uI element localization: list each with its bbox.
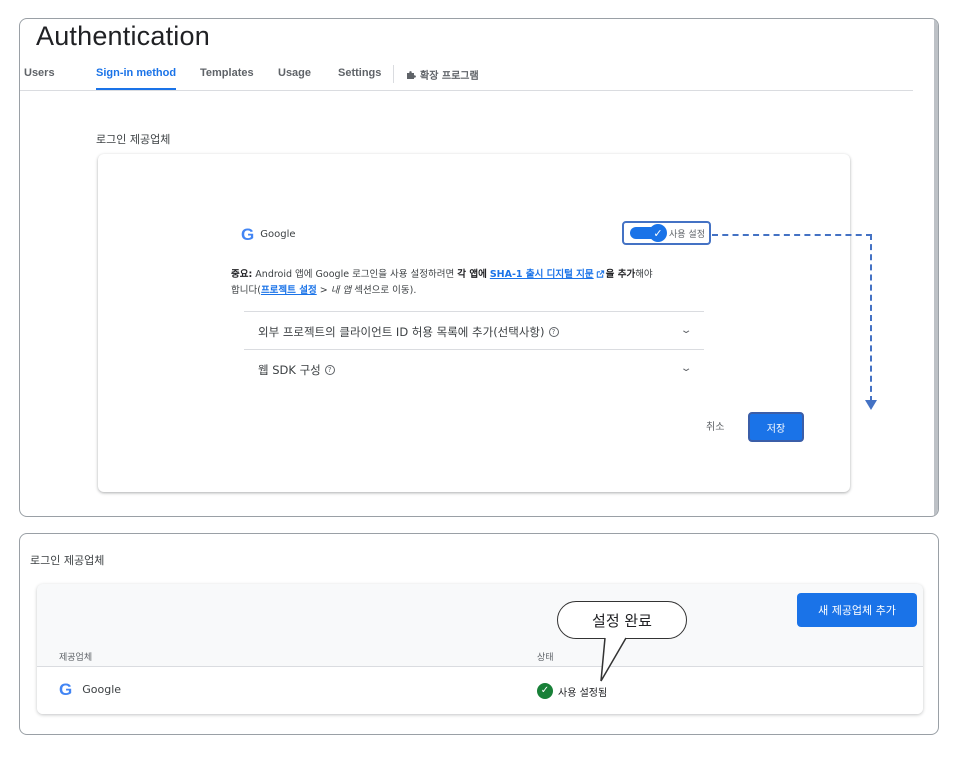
save-button[interactable]: 저장 — [748, 412, 804, 442]
sha-link[interactable]: SHA-1 출시 디지털 지문 — [490, 269, 594, 280]
add-provider-button[interactable]: 새 제공업체 추가 — [797, 593, 917, 627]
tab-usage[interactable]: Usage — [278, 67, 311, 79]
notice-bold-mid: 각 앱에 — [457, 269, 487, 280]
provider-header: G Google — [241, 226, 296, 243]
tab-divider — [393, 65, 394, 83]
notice-text-5: 섹션으로 이동). — [351, 285, 417, 296]
row-provider-cell: G Google — [59, 681, 121, 698]
annotation-arrow-icon — [865, 400, 877, 410]
web-sdk-config-expander[interactable]: 웹 SDK 구성? ⌄ — [244, 349, 704, 387]
enable-toggle[interactable]: ✓ — [630, 224, 667, 242]
notice-bold-prefix: 중요: — [231, 269, 253, 280]
tab-extensions-label: 확장 프로그램 — [420, 71, 479, 82]
google-g-icon: G — [59, 680, 73, 699]
help-icon[interactable]: ? — [324, 364, 335, 375]
status-badge: 사용 설정됨 — [558, 687, 608, 699]
client-id-allowlist-expander[interactable]: 외부 프로젝트의 클라이언트 ID 허용 목록에 추가(선택사항)? ⌄ — [244, 311, 704, 349]
callout-bubble: 설정 완료 — [557, 601, 687, 639]
column-header-status: 상태 — [537, 653, 554, 663]
enable-toggle-label: 사용 설정 — [669, 229, 705, 240]
project-settings-link[interactable]: 프로젝트 설정 — [261, 285, 317, 296]
section-label: 로그인 제공업체 — [30, 554, 105, 567]
notice-text-3: 합니다( — [231, 285, 261, 296]
help-icon[interactable]: ? — [548, 326, 559, 337]
puzzle-icon — [407, 70, 416, 79]
scrollbar[interactable] — [934, 19, 938, 516]
table-row[interactable]: G Google ✓ 사용 설정됨 — [37, 666, 923, 714]
annotation-dashed-line — [712, 234, 872, 236]
tab-users[interactable]: Users — [24, 67, 55, 79]
tab-sign-in-method[interactable]: Sign-in method — [96, 67, 177, 90]
expander-label: 외부 프로젝트의 클라이언트 ID 허용 목록에 추가(선택사항) — [258, 325, 545, 339]
notice-text-2: 해야 — [635, 269, 653, 280]
notice-italic: 내 앱 — [330, 285, 352, 296]
check-circle-icon: ✓ — [537, 683, 553, 699]
check-icon: ✓ — [649, 224, 667, 242]
column-header-provider: 제공업체 — [59, 653, 93, 663]
provider-config-card: G Google ✓ 사용 설정 중요: Android 앱에 Google 로… — [98, 154, 877, 492]
google-g-icon: G — [241, 225, 255, 244]
auth-settings-panel: Authentication Users Sign-in method Temp… — [19, 18, 939, 517]
provider-name: Google — [260, 229, 296, 240]
providers-list-panel: 로그인 제공업체 새 제공업체 추가 제공업체 상태 G Google ✓ 사용… — [19, 533, 939, 735]
chevron-down-icon: ⌄ — [679, 363, 693, 374]
section-label: 로그인 제공업체 — [96, 133, 171, 146]
notice-bold-after: 을 추가 — [605, 269, 636, 280]
tab-settings[interactable]: Settings — [338, 67, 381, 79]
tab-extensions[interactable]: 확장 프로그램 — [406, 67, 479, 82]
external-link-icon[interactable] — [595, 270, 605, 279]
enable-toggle-highlight: ✓ 사용 설정 — [622, 221, 711, 245]
providers-table: 새 제공업체 추가 제공업체 상태 G Google ✓ 사용 설정됨 — [37, 584, 923, 714]
sha-notice: 중요: Android 앱에 Google 로그인을 사용 설정하려면 각 앱에… — [231, 267, 711, 299]
expander-label: 웹 SDK 구성 — [258, 363, 321, 377]
status-cell: ✓ 사용 설정됨 — [537, 683, 607, 699]
chevron-down-icon: ⌄ — [679, 325, 693, 336]
cancel-button[interactable]: 취소 — [706, 418, 724, 433]
notice-text: Android 앱에 Google 로그인을 사용 설정하려면 — [252, 269, 458, 280]
provider-name: Google — [82, 683, 122, 696]
notice-text-4: > — [316, 285, 331, 296]
page-title: Authentication — [36, 21, 210, 51]
tab-bar: Users Sign-in method Templates Usage Set… — [20, 65, 913, 91]
tab-templates[interactable]: Templates — [200, 67, 254, 79]
annotation-dashed-line — [870, 234, 872, 402]
